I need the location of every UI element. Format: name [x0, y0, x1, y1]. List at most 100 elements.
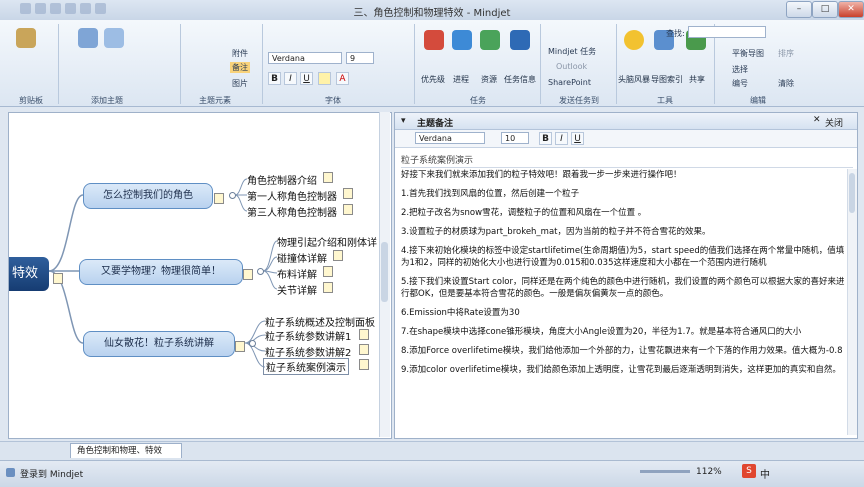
font-color-icon[interactable]: A — [336, 72, 349, 85]
note-icon[interactable] — [214, 193, 224, 204]
map-index-button[interactable]: 导图索引 — [650, 74, 684, 85]
root-topic[interactable]: 特效 — [9, 257, 49, 291]
font-size-select[interactable]: 9 — [346, 52, 374, 64]
notes-toolbar: Verdana 10 B I U — [395, 130, 857, 148]
notes-topic-name: 粒子系统案例演示 — [401, 153, 853, 168]
collapse-icon[interactable] — [257, 268, 264, 275]
notes-font-select[interactable]: Verdana — [415, 132, 485, 144]
brainstorm-icon[interactable] — [624, 30, 644, 50]
notes-italic-button[interactable]: I — [555, 132, 568, 145]
select-button[interactable]: 选择 — [732, 64, 748, 75]
close-notes-icon[interactable]: ✕ — [813, 115, 821, 125]
subtopic[interactable]: 碰撞体详解 — [277, 250, 327, 265]
main-topic[interactable]: 又要学物理？物理很简单！ — [79, 259, 243, 285]
notes-bold-button[interactable]: B — [539, 132, 552, 145]
underline-button[interactable]: U — [300, 72, 313, 85]
subtopic-selected[interactable]: 粒子系统案例演示 — [263, 358, 349, 375]
note-icon[interactable] — [343, 188, 353, 199]
sort-button[interactable]: 排序 — [778, 48, 794, 59]
note-icon[interactable] — [333, 250, 343, 261]
progress-button[interactable]: 进程 — [448, 74, 474, 85]
mindjet-tasks-button[interactable]: Mindjet 任务 — [548, 46, 596, 57]
task-info-button[interactable]: 任务信息 — [502, 74, 538, 85]
scrollbar-thumb[interactable] — [849, 173, 855, 213]
paste-icon[interactable] — [16, 28, 36, 48]
main-topic[interactable]: 仙女散花！粒子系统讲解 — [83, 331, 235, 357]
bold-button[interactable]: B — [268, 72, 281, 85]
numbering-button[interactable]: 编号 — [732, 78, 748, 89]
note-icon[interactable] — [323, 282, 333, 293]
doc-tab[interactable]: 角色控制和物理、特效 — [70, 443, 182, 458]
note-icon[interactable] — [235, 341, 245, 352]
subtopic[interactable]: 布料详解 — [277, 266, 317, 281]
main-topic[interactable]: 怎么控制我们的角色 — [83, 183, 213, 209]
note-icon[interactable] — [359, 329, 369, 340]
notes-button[interactable]: 备注 — [230, 62, 250, 73]
note-icon[interactable] — [323, 266, 333, 277]
group-label-topic-elements: 主题元素 — [199, 96, 231, 105]
document-tabs: 角色控制和物理、特效 — [0, 441, 864, 460]
mindmap-canvas[interactable]: 特效 怎么控制我们的角色 角色控制器介绍 第一人称角色控制器 第三人称角色控制器… — [8, 112, 392, 439]
image-button[interactable]: 图片 — [232, 78, 248, 89]
group-label-font: 字体 — [325, 96, 341, 105]
highlight-icon[interactable] — [318, 72, 331, 85]
collapse-icon[interactable] — [229, 192, 236, 199]
close-button[interactable]: ✕ — [838, 1, 864, 18]
find-input[interactable] — [688, 26, 766, 38]
note-paragraph: 4.接下来初始化模块的标签中设定startlifetime(生命周期值)为5，s… — [401, 246, 845, 268]
group-label-edit: 编辑 — [750, 96, 766, 105]
brainstorm-button[interactable]: 头脑风暴 — [616, 74, 652, 85]
maximize-button[interactable]: □ — [812, 1, 838, 18]
ime-icon[interactable]: S — [742, 464, 756, 478]
login-icon[interactable] — [6, 468, 15, 477]
separator — [616, 24, 617, 104]
task-info-icon[interactable] — [510, 30, 530, 50]
subtopic[interactable]: 角色控制器介绍 — [247, 172, 317, 187]
priority-icon[interactable] — [424, 30, 444, 50]
note-icon[interactable] — [359, 359, 369, 370]
notes-size-select[interactable]: 10 — [501, 132, 529, 144]
separator — [58, 24, 59, 104]
outlook-button[interactable]: Outlook — [556, 62, 587, 71]
share-button[interactable]: 共享 — [684, 74, 710, 85]
note-paragraph: 好接下来我们就来添加我们的粒子特效吧！跟着我一步一步来进行操作吧！ — [401, 170, 682, 180]
scrollbar-thumb[interactable] — [381, 242, 388, 302]
clear-button[interactable]: 清除 — [778, 78, 794, 89]
collapse-icon[interactable] — [249, 340, 256, 347]
note-paragraph: 8.添加Force overlifetime模块，我们给他添加一个外部的力，让雪… — [401, 346, 843, 356]
zoom-slider[interactable] — [640, 470, 690, 473]
ime-mode[interactable]: 中 — [760, 466, 770, 481]
subtopic[interactable]: 关节详解 — [277, 282, 317, 297]
note-icon[interactable] — [359, 344, 369, 355]
balance-map-button[interactable]: 平衡导图 — [732, 48, 764, 59]
notes-underline-button[interactable]: U — [571, 132, 584, 145]
close-notes-button[interactable]: 关闭 — [825, 116, 843, 129]
subtopic[interactable]: 粒子系统概述及控制面板 — [265, 314, 375, 329]
subtopic[interactable]: 第三人称角色控制器 — [247, 204, 337, 219]
priority-button[interactable]: 优先级 — [418, 74, 448, 85]
resource-icon[interactable] — [480, 30, 500, 50]
minimize-button[interactable]: – — [786, 1, 812, 18]
note-icon[interactable] — [343, 204, 353, 215]
notes-scrollbar[interactable] — [847, 169, 857, 435]
subtopic[interactable]: 粒子系统参数讲解2 — [265, 344, 351, 359]
note-icon[interactable] — [53, 273, 63, 284]
attachment-button[interactable]: 附件 — [232, 48, 248, 59]
add-topic-icon[interactable] — [78, 28, 98, 48]
subtopic[interactable]: 粒子系统参数讲解1 — [265, 328, 351, 343]
font-name-select[interactable]: Verdana — [268, 52, 342, 64]
add-subtopic-icon[interactable] — [104, 28, 124, 48]
canvas-scrollbar[interactable] — [379, 112, 390, 437]
separator — [180, 24, 181, 104]
progress-icon[interactable] — [452, 30, 472, 50]
italic-button[interactable]: I — [284, 72, 297, 85]
note-icon[interactable] — [243, 269, 253, 280]
sharepoint-button[interactable]: SharePoint — [548, 78, 591, 87]
subtopic[interactable]: 第一人称角色控制器 — [247, 188, 337, 203]
notes-body[interactable]: 好接下来我们就来添加我们的粒子特效吧！跟着我一步一步来进行操作吧！ 1.首先我们… — [401, 169, 847, 435]
login-link[interactable]: 登录到 Mindjet — [20, 467, 83, 480]
resource-button[interactable]: 资源 — [476, 74, 502, 85]
subtopic[interactable]: 物理引起介绍和刚体详 — [277, 234, 377, 249]
pin-icon[interactable]: ▾ — [401, 116, 406, 126]
note-icon[interactable] — [323, 172, 333, 183]
